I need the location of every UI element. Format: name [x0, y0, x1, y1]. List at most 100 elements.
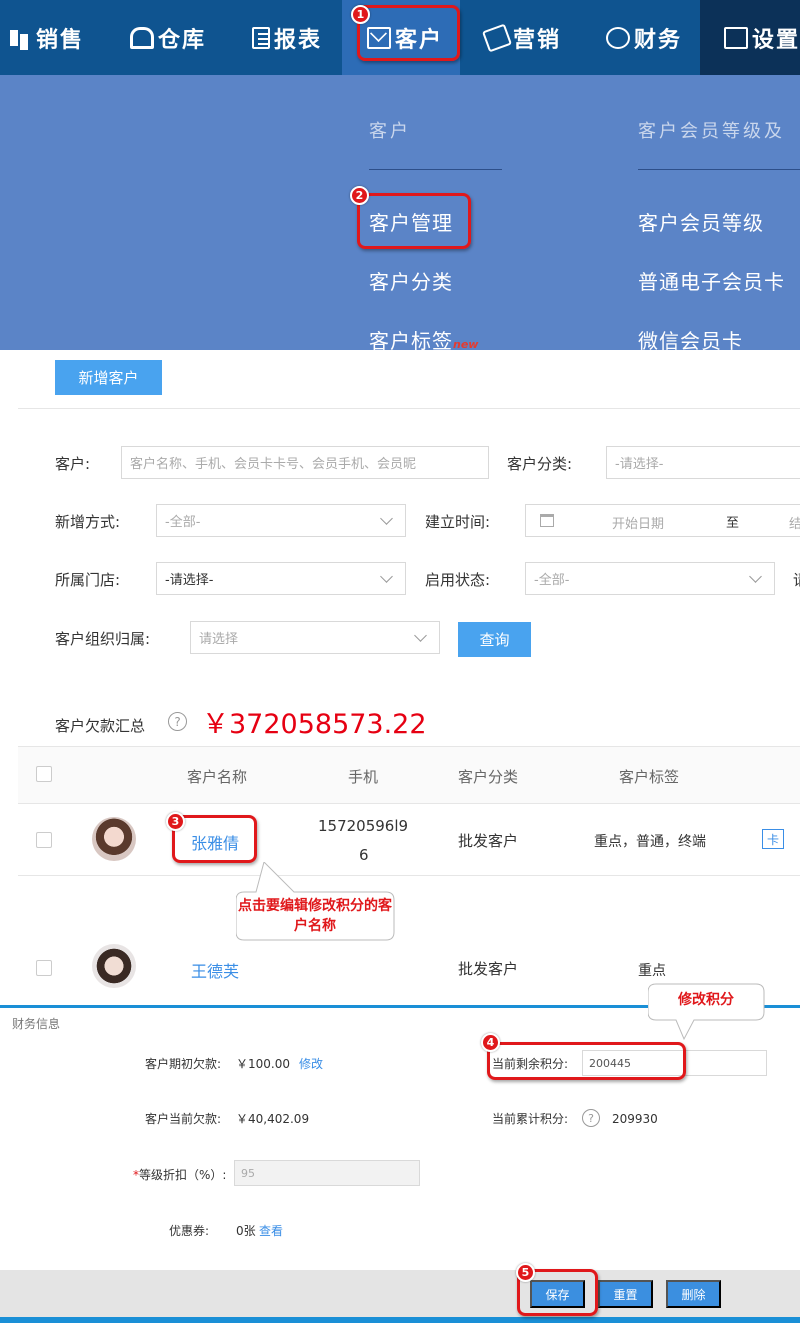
calendar-icon [540, 514, 554, 527]
divider [638, 169, 800, 170]
date-range-input[interactable]: 开始日期 至 结 [525, 504, 800, 537]
chevron-down-icon [380, 570, 393, 583]
divider [369, 169, 502, 170]
chevron-down-icon [380, 512, 393, 525]
customer-filter-label: 客户: [55, 455, 91, 473]
debt-summary-amount: ￥372058573.22 [202, 709, 427, 740]
dropdown-heading-membership: 客户会员等级及 [638, 121, 785, 142]
callout-click-text: 点击要编辑修改积分的客户名称 [238, 898, 392, 934]
step-badge-5: 5 [516, 1263, 535, 1282]
warehouse-icon [130, 26, 154, 49]
chevron-down-icon [749, 570, 762, 583]
tags-cell: 重点，普通，终端 [594, 834, 706, 850]
sales-icon [8, 27, 32, 49]
nav-label: 营销 [513, 27, 562, 53]
annotation-highlight-customer-management [357, 193, 471, 249]
chevron-down-icon [414, 629, 427, 642]
avatar [92, 817, 136, 861]
tags-cell: 重点 [638, 963, 666, 979]
view-coupons-link[interactable]: 查看 [259, 1222, 283, 1239]
nav-item-finance[interactable]: 财务 [606, 0, 700, 75]
store-select[interactable]: -请选择- [156, 562, 406, 595]
nav-item-report[interactable]: 报表 [252, 0, 352, 75]
divider [0, 1317, 800, 1323]
org-label: 客户组织归属: [55, 630, 151, 648]
total-points-label: 当前累计积分: [492, 1112, 569, 1126]
select-value: 请选择 [199, 632, 239, 647]
category-filter-label: 客户分类: [507, 455, 573, 473]
help-icon[interactable]: ? [168, 712, 187, 731]
annotation-highlight-points [487, 1042, 686, 1080]
settings-icon [724, 26, 748, 49]
phone-cell: 15720596l9 [318, 817, 409, 835]
select-value: -全部- [165, 515, 201, 530]
dropdown-heading-customer: 客户 [369, 121, 411, 142]
nav-label: 报表 [274, 27, 323, 53]
end-date-placeholder: 结 [789, 513, 800, 532]
new-badge: new [453, 338, 479, 350]
discount-input: 95 [234, 1160, 420, 1186]
placeholder: 客户名称、手机、会员卡卡号、会员手机、会员昵 [130, 457, 417, 472]
category-cell: 批发客户 [458, 832, 519, 850]
opening-debt-label: 客户期初欠款: [145, 1057, 222, 1071]
date-range-separator: 至 [726, 516, 740, 531]
select-value: -请选择- [165, 573, 214, 588]
avatar [92, 944, 136, 988]
menu-member-level[interactable]: 客户会员等级 [638, 207, 764, 236]
menu-customer-tags[interactable]: 客户标签new [369, 325, 478, 350]
status-label: 启用状态: [425, 571, 491, 589]
menu-ecard[interactable]: 普通电子会员卡 [638, 266, 785, 295]
delete-button[interactable]: 删除 [666, 1280, 721, 1308]
opening-debt-value: ￥100.00 [236, 1057, 290, 1071]
select-value: -全部- [534, 573, 570, 588]
nav-item-marketing[interactable]: 营销 [481, 0, 595, 75]
store-label: 所属门店: [55, 571, 121, 589]
column-header-tags: 客户标签 [619, 768, 680, 786]
select-value: -请选择- [615, 457, 664, 472]
column-header-category: 客户分类 [458, 768, 519, 786]
nav-label: 仓库 [158, 27, 207, 53]
nav-item-settings[interactable]: 设置 [700, 0, 800, 75]
edit-opening-debt-link[interactable]: 修改 [299, 1055, 323, 1072]
nav-label: 设置 [752, 27, 800, 53]
column-header-name: 客户名称 [187, 768, 248, 786]
status-select[interactable]: -全部- [525, 562, 775, 595]
discount-label-text: 等级折扣（%）: [139, 1168, 227, 1182]
reset-button[interactable]: 重置 [598, 1280, 653, 1308]
card-icon[interactable]: 卡 [762, 829, 784, 849]
nav-label: 财务 [634, 27, 683, 53]
column-header-phone: 手机 [348, 768, 379, 786]
select-all-checkbox[interactable] [36, 766, 52, 782]
created-time-label: 建立时间: [425, 513, 491, 531]
step-badge-3: 3 [166, 812, 185, 831]
customer-name-link[interactable]: 王德芙 [191, 958, 239, 982]
divider [18, 803, 800, 804]
annotation-highlight-customer-nav [357, 5, 460, 61]
category-select[interactable]: -请选择- [606, 446, 800, 479]
add-customer-button[interactable]: 新增客户 [55, 360, 162, 395]
start-date-placeholder: 开始日期 [612, 517, 665, 532]
menu-customer-category[interactable]: 客户分类 [369, 266, 453, 295]
truncated-label: 请 [793, 569, 800, 590]
add-method-label: 新增方式: [55, 513, 121, 531]
menu-label: 客户标签 [369, 329, 453, 350]
callout-edit-text: 修改积分 [678, 992, 734, 1008]
menu-wechat-card[interactable]: 微信会员卡 [638, 325, 743, 350]
customer-search-input[interactable]: 客户名称、手机、会员卡卡号、会员手机、会员昵 [121, 446, 489, 479]
debt-summary-label: 客户欠款汇总 [55, 717, 146, 735]
nav-item-sales[interactable]: 销售 [8, 0, 118, 75]
coupon-value: 0张 [236, 1224, 256, 1238]
coupon-label: 优惠券: [169, 1224, 210, 1238]
query-button[interactable]: 查询 [458, 622, 531, 657]
step-badge-1: 1 [351, 5, 370, 24]
add-method-select[interactable]: -全部- [156, 504, 406, 537]
row-checkbox[interactable] [36, 960, 52, 976]
help-icon[interactable]: ? [582, 1109, 600, 1127]
row-checkbox[interactable] [36, 832, 52, 848]
divider [18, 875, 800, 876]
nav-item-warehouse[interactable]: 仓库 [130, 0, 240, 75]
tag-icon [481, 23, 513, 52]
org-select[interactable]: 请选择 [190, 621, 440, 654]
current-debt-label: 客户当前欠款: [145, 1112, 222, 1126]
report-icon [252, 26, 270, 49]
